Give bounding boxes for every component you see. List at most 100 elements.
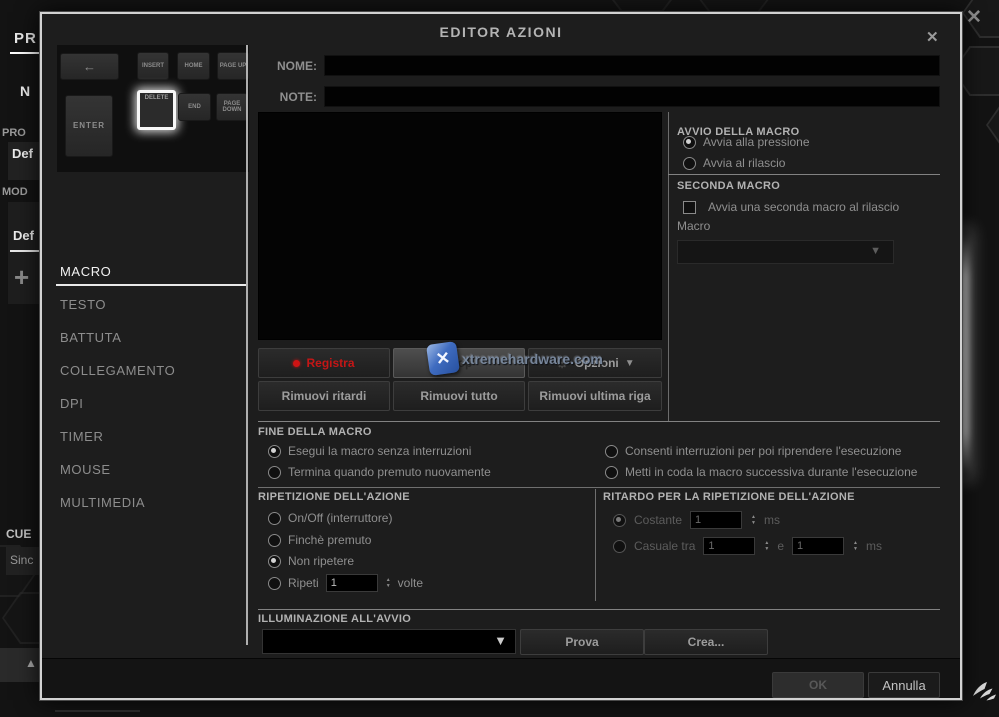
- casuale-min-input[interactable]: 1: [703, 537, 755, 555]
- ripetizione-option-label: On/Off (interruttore): [288, 511, 392, 525]
- key-page-down: PAGE DOWN: [216, 93, 248, 121]
- ripetizione-option-label: Finchè premuto: [288, 533, 371, 547]
- dialog-close-icon[interactable]: ✕: [926, 30, 939, 45]
- chevron-down-icon: ▼: [870, 245, 881, 257]
- ok-label: OK: [809, 678, 827, 692]
- registra-label: Registra: [306, 356, 354, 370]
- key-delete-highlighted[interactable]: DELETE: [137, 90, 176, 130]
- ripeti-label: Ripeti: [288, 576, 319, 590]
- add-profile-button[interactable]: +: [14, 262, 29, 293]
- nome-input[interactable]: [324, 55, 940, 76]
- menu-item-macro[interactable]: MACRO: [60, 264, 244, 286]
- fine-option-1[interactable]: Esegui la macro senza interruzioni: [268, 442, 471, 460]
- menu-item-dpi[interactable]: DPI: [60, 396, 244, 418]
- menu-item-mouse[interactable]: MOUSE: [60, 462, 244, 484]
- costante-label: Costante: [634, 513, 682, 527]
- radio-icon[interactable]: [613, 540, 626, 553]
- radio-selected-icon[interactable]: [683, 136, 696, 149]
- menu-item-timer[interactable]: TIMER: [60, 429, 244, 451]
- chevron-down-icon: ▼: [494, 633, 507, 648]
- left-column-divider: [246, 45, 248, 645]
- annulla-label: Annulla: [882, 678, 925, 693]
- ripeti-count-input[interactable]: 1: [326, 574, 378, 592]
- spinner-arrows[interactable]: ▲▼: [751, 515, 756, 526]
- seconda-macro-checkbox-label: Avvia una seconda macro al rilascio: [708, 200, 899, 214]
- key-enter: ENTER: [65, 95, 113, 157]
- radio-icon[interactable]: [605, 445, 618, 458]
- ritardo-option-costante[interactable]: Costante 1 ▲▼ ms: [613, 511, 780, 529]
- window-edge-line: [55, 710, 140, 712]
- avvio-option-pressione[interactable]: Avvia alla pressione: [683, 133, 810, 151]
- menu-selected-underline: [56, 284, 246, 286]
- menu-item-collegamento[interactable]: COLLEGAMENTO: [60, 363, 244, 385]
- seconda-macro-checkbox-row[interactable]: Avvia una seconda macro al rilascio: [683, 198, 899, 216]
- rimuovi-ritardi-button[interactable]: Rimuovi ritardi: [258, 381, 390, 411]
- menu-item-battuta[interactable]: BATTUTA: [60, 330, 244, 352]
- rimuovi-tutto-button[interactable]: Rimuovi tutto: [393, 381, 525, 411]
- avvio-option-rilascio[interactable]: Avvia al rilascio: [683, 154, 785, 172]
- section-divider: [258, 421, 940, 422]
- macro-action-list[interactable]: [258, 112, 662, 340]
- menu-item-multimedia[interactable]: MULTIMEDIA: [60, 495, 244, 517]
- fine-option-label: Metti in coda la macro successiva durant…: [625, 465, 917, 479]
- xtremehardware-logo-icon: ✕: [426, 341, 460, 376]
- illuminazione-header: ILLUMINAZIONE ALL'AVVIO: [258, 613, 411, 625]
- fine-option-2[interactable]: Termina quando premuto nuovamente: [268, 463, 491, 481]
- seconda-macro-header: SECONDA MACRO: [677, 180, 780, 192]
- background-profile-value[interactable]: Def: [12, 146, 33, 161]
- radio-icon[interactable]: [268, 534, 281, 547]
- ripetizione-option-ripeti[interactable]: Ripeti 1 ▲▼ volte: [268, 574, 423, 592]
- ripetizione-option-finche[interactable]: Finchè premuto: [268, 531, 371, 549]
- key-end: END: [178, 93, 211, 121]
- background-profile-label: PRO: [2, 127, 26, 139]
- ripetizione-option-onoff[interactable]: On/Off (interruttore): [268, 509, 392, 527]
- annulla-button[interactable]: Annulla: [868, 672, 940, 698]
- fine-option-label: Termina quando premuto nuovamente: [288, 465, 491, 479]
- radio-icon[interactable]: [268, 466, 281, 479]
- radio-icon[interactable]: [683, 157, 696, 170]
- background-sync-button[interactable]: Sinc: [10, 553, 33, 567]
- mode-underline: [10, 250, 40, 252]
- fine-option-4[interactable]: Metti in coda la macro successiva durant…: [605, 463, 917, 481]
- registra-button[interactable]: Registra: [258, 348, 390, 378]
- ripetizione-option-non-ripetere[interactable]: Non ripetere: [268, 552, 354, 570]
- spinner-arrows[interactable]: ▲▼: [386, 578, 391, 589]
- background-sidebar-item: N: [20, 83, 30, 99]
- radio-selected-icon[interactable]: [613, 514, 626, 527]
- casuale-label: Casuale tra: [634, 539, 695, 553]
- casuale-max-input[interactable]: 1: [792, 537, 844, 555]
- radio-icon[interactable]: [268, 512, 281, 525]
- scrollbar-glow[interactable]: [961, 232, 968, 476]
- background-mode-value[interactable]: Def: [13, 228, 34, 243]
- key-insert: INSERT: [137, 52, 169, 80]
- background-tab-profili[interactable]: PR: [14, 30, 37, 47]
- costante-ms-input[interactable]: 1: [690, 511, 742, 529]
- note-input[interactable]: [324, 86, 940, 107]
- spinner-arrows[interactable]: ▲▼: [764, 541, 769, 552]
- background-mode-label: MOD: [2, 186, 28, 198]
- expand-arrow-button[interactable]: ▲: [25, 656, 37, 670]
- rimuovi-tutto-label: Rimuovi tutto: [420, 389, 497, 403]
- rimuovi-ultima-riga-button[interactable]: Rimuovi ultima riga: [528, 381, 662, 411]
- ritardo-option-casuale[interactable]: Casuale tra 1 ▲▼ e 1 ▲▼ ms: [613, 537, 882, 555]
- illuminazione-dropdown[interactable]: ▼: [262, 629, 516, 654]
- menu-item-testo[interactable]: TESTO: [60, 297, 244, 319]
- chevron-down-icon: ▼: [625, 358, 635, 369]
- crea-button[interactable]: Crea...: [644, 629, 768, 655]
- ok-button[interactable]: OK: [772, 672, 864, 698]
- checkbox-icon[interactable]: [683, 201, 696, 214]
- fine-option-label: Consenti interruzioni per poi riprendere…: [625, 444, 901, 458]
- radio-selected-icon[interactable]: [268, 555, 281, 568]
- spinner-arrows[interactable]: ▲▼: [853, 541, 858, 552]
- ripetizione-ritardo-divider: [595, 489, 596, 601]
- radio-icon[interactable]: [605, 466, 618, 479]
- nome-label: NOME:: [267, 59, 317, 73]
- radio-icon[interactable]: [268, 577, 281, 590]
- radio-selected-icon[interactable]: [268, 445, 281, 458]
- ripetizione-option-label: Non ripetere: [288, 554, 354, 568]
- window-close-icon[interactable]: ✕: [966, 10, 982, 25]
- fine-option-3[interactable]: Consenti interruzioni per poi riprendere…: [605, 442, 901, 460]
- key-home: HOME: [177, 52, 210, 80]
- prova-button[interactable]: Prova: [520, 629, 644, 655]
- macro-select-dropdown[interactable]: ▼: [677, 240, 894, 264]
